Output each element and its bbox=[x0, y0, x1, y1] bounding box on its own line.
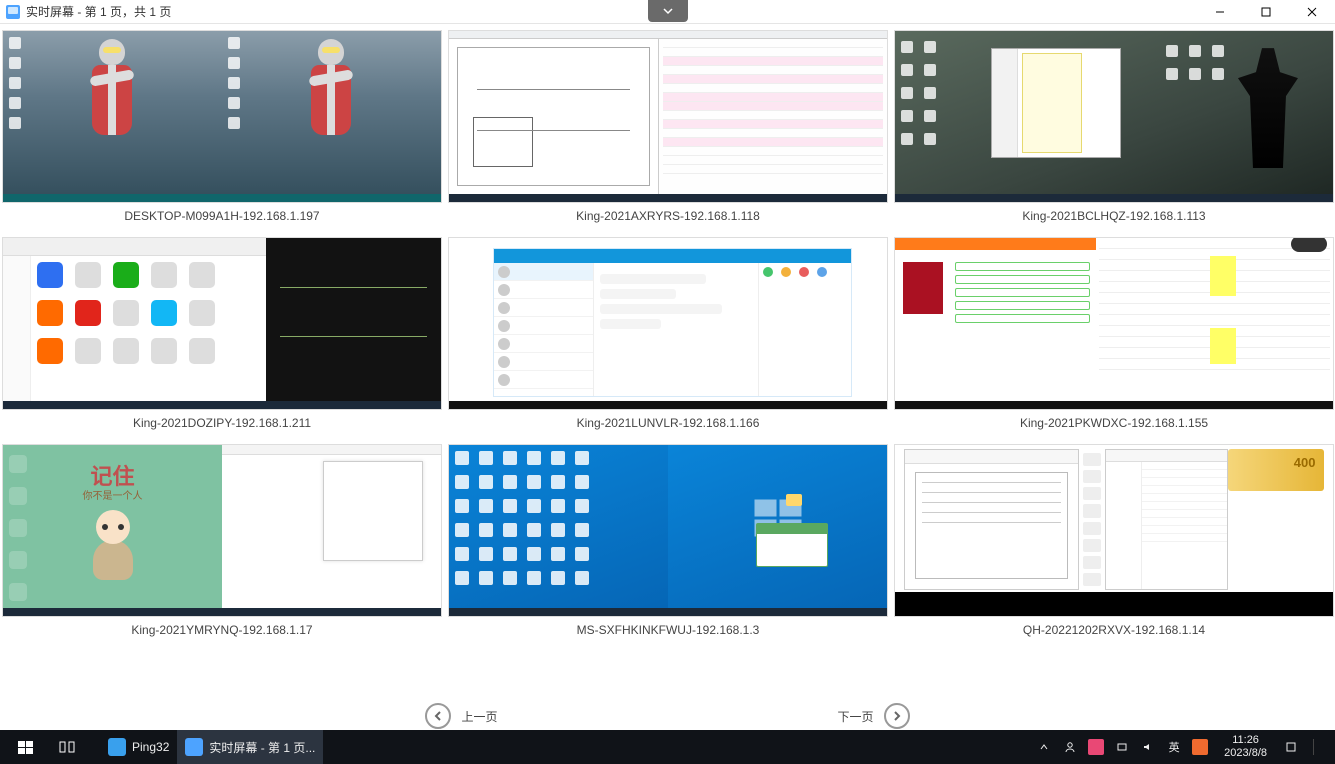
screen-thumbnail[interactable] bbox=[448, 444, 888, 617]
tray-chevron-icon[interactable] bbox=[1036, 739, 1052, 755]
screen-thumbnail[interactable] bbox=[894, 237, 1334, 410]
monitor-icon bbox=[185, 738, 203, 756]
next-label: 下一页 bbox=[838, 708, 874, 725]
clock-time: 11:26 bbox=[1224, 734, 1267, 747]
screen-cell: King-2021LUNVLR-192.168.1.166 bbox=[448, 237, 888, 440]
screen-cell: King-2021DOZIPY-192.168.1.211 bbox=[2, 237, 442, 440]
screen-thumbnail[interactable] bbox=[894, 30, 1334, 203]
screen-caption: King-2021YMRYNQ-192.168.1.17 bbox=[131, 623, 312, 637]
taskbar-app-realtime-screen[interactable]: 实时屏幕 - 第 1 页... bbox=[177, 730, 323, 764]
tray-ime-indicator[interactable]: 英 bbox=[1166, 739, 1182, 755]
close-button[interactable] bbox=[1289, 0, 1335, 24]
minimize-button[interactable] bbox=[1197, 0, 1243, 24]
task-view-button[interactable] bbox=[50, 730, 100, 764]
screen-thumbnail[interactable]: 400 bbox=[894, 444, 1334, 617]
screen-cell: DESKTOP-M099A1H-192.168.1.197 bbox=[2, 30, 442, 233]
windows-taskbar: Ping32 实时屏幕 - 第 1 页... 英 11:26 2023/8/8 bbox=[0, 730, 1335, 764]
window-title: 实时屏幕 - 第 1 页，共 1 页 bbox=[26, 3, 171, 20]
screen-caption: King-2021AXRYRS-192.168.1.118 bbox=[576, 209, 760, 223]
tray-volume-icon[interactable] bbox=[1140, 739, 1156, 755]
tray-app-icon[interactable] bbox=[1088, 739, 1104, 755]
screen-cell: King-2021PKWDXC-192.168.1.155 bbox=[894, 237, 1334, 440]
screen-cell: MS-SXFHKINKFWUJ-192.168.1.3 bbox=[448, 444, 888, 647]
screen-caption: King-2021BCLHQZ-192.168.1.113 bbox=[1022, 209, 1205, 223]
screen-caption: King-2021LUNVLR-192.168.1.166 bbox=[577, 416, 760, 430]
maximize-button[interactable] bbox=[1243, 0, 1289, 24]
screen-thumbnail[interactable] bbox=[448, 30, 888, 203]
notification-icon[interactable] bbox=[1283, 739, 1299, 755]
ping32-icon bbox=[108, 738, 126, 756]
dropdown-tab[interactable] bbox=[648, 0, 688, 22]
prev-page-button[interactable]: 上一页 bbox=[425, 703, 497, 729]
screen-thumbnail[interactable]: 记住 你不是一个人 bbox=[2, 444, 442, 617]
title-bar: 实时屏幕 - 第 1 页，共 1 页 bbox=[0, 0, 1335, 24]
screen-cell: King-2021BCLHQZ-192.168.1.113 bbox=[894, 30, 1334, 233]
task-view-icon bbox=[58, 738, 76, 756]
windows-icon bbox=[18, 741, 33, 754]
screen-caption: DESKTOP-M099A1H-192.168.1.197 bbox=[124, 209, 319, 223]
arrow-right-icon bbox=[884, 703, 910, 729]
tray-network-icon[interactable] bbox=[1114, 739, 1130, 755]
system-tray: 英 11:26 2023/8/8 bbox=[1036, 734, 1335, 760]
clock-date: 2023/8/8 bbox=[1224, 747, 1267, 760]
taskbar-app-ping32[interactable]: Ping32 bbox=[100, 730, 177, 764]
realtime-screen-label: 实时屏幕 - 第 1 页... bbox=[209, 739, 315, 756]
monitor-icon bbox=[6, 5, 20, 19]
screen-thumbnail[interactable] bbox=[448, 237, 888, 410]
screen-cell: King-2021AXRYRS-192.168.1.118 bbox=[448, 30, 888, 233]
window-controls bbox=[1197, 0, 1335, 24]
screen-thumbnail[interactable] bbox=[2, 30, 442, 203]
next-page-button[interactable]: 下一页 bbox=[838, 703, 910, 729]
cartoon-subtitle: 你不是一个人 bbox=[83, 487, 143, 502]
arrow-left-icon bbox=[425, 703, 451, 729]
start-button[interactable] bbox=[0, 730, 50, 764]
tray-people-icon[interactable] bbox=[1062, 739, 1078, 755]
screen-caption: King-2021PKWDXC-192.168.1.155 bbox=[1020, 416, 1208, 430]
pagination: 上一页 下一页 bbox=[0, 702, 1335, 730]
screen-thumbnail[interactable] bbox=[2, 237, 442, 410]
screen-cell: 400 QH-20221202RXVX-192.168.1.14 bbox=[894, 444, 1334, 647]
gold-number: 400 bbox=[1294, 455, 1316, 470]
screen-caption: King-2021DOZIPY-192.168.1.211 bbox=[133, 416, 311, 430]
screen-grid: DESKTOP-M099A1H-192.168.1.197 King-2021A… bbox=[0, 24, 1335, 647]
prev-label: 上一页 bbox=[461, 708, 497, 725]
show-desktop-button[interactable] bbox=[1313, 739, 1329, 755]
taskbar-clock[interactable]: 11:26 2023/8/8 bbox=[1218, 734, 1273, 760]
ping32-label: Ping32 bbox=[132, 740, 169, 754]
tray-sogou-icon[interactable] bbox=[1192, 739, 1208, 755]
screen-caption: QH-20221202RXVX-192.168.1.14 bbox=[1023, 623, 1205, 637]
screen-cell: 记住 你不是一个人 King-2021YMRYNQ-192.168.1.17 bbox=[2, 444, 442, 647]
screen-caption: MS-SXFHKINKFWUJ-192.168.1.3 bbox=[577, 623, 760, 637]
chevron-down-icon bbox=[662, 5, 674, 17]
